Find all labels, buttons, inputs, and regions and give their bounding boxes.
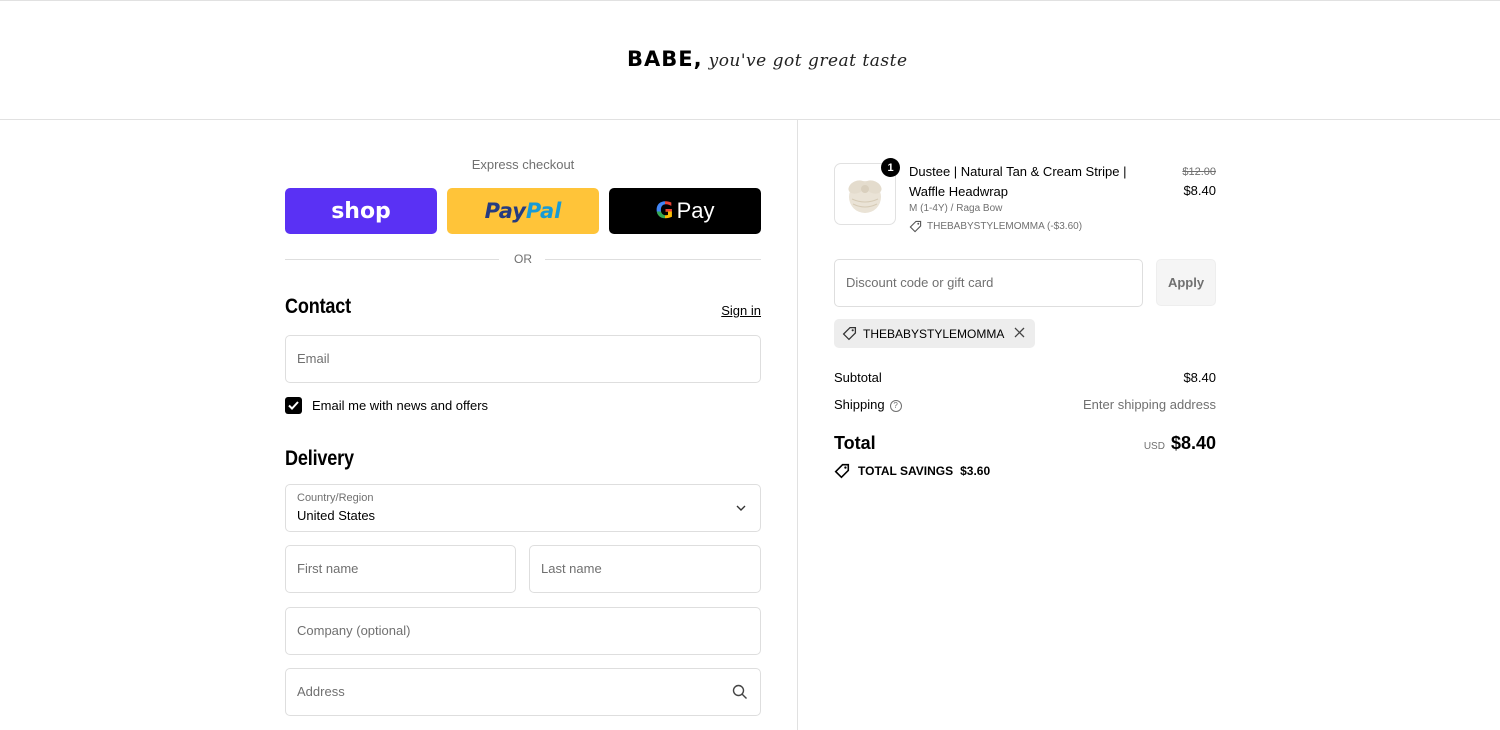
product-variant: M (1-4Y) / Raga Bow bbox=[909, 203, 1003, 214]
column-divider bbox=[797, 120, 798, 730]
product-title: Dustee | Natural Tan & Cream Stripe | Wa… bbox=[909, 164, 1127, 199]
newsletter-option[interactable]: Email me with news and offers bbox=[285, 397, 488, 414]
search-icon bbox=[732, 684, 747, 699]
shop-pay-button[interactable]: shop bbox=[285, 188, 437, 234]
total-value: $8.40 bbox=[1170, 433, 1216, 453]
currency-code: USD bbox=[1143, 441, 1165, 452]
or-line-right bbox=[545, 259, 761, 260]
google-g-icon: G bbox=[655, 198, 674, 224]
savings-label: TOTAL SAVINGS bbox=[858, 464, 954, 478]
product-discount: THEBABYSTYLEMOMMA (-$3.60) bbox=[909, 220, 1082, 233]
company-placeholder: Company (optional) bbox=[297, 623, 411, 638]
paypal-label-b: Pal bbox=[525, 199, 562, 223]
country-value: United States bbox=[297, 508, 376, 523]
country-label: Country/Region bbox=[297, 492, 374, 504]
applied-code-text: THEBABYSTYLEMOMMA bbox=[863, 326, 1005, 341]
or-divider: OR bbox=[285, 251, 761, 267]
country-select[interactable]: Country/Region United States bbox=[285, 484, 761, 532]
shipping-label-wrap: Shipping? bbox=[834, 397, 902, 412]
last-name-placeholder: Last name bbox=[541, 561, 602, 576]
store-logo[interactable]: BABE, you've got great taste bbox=[627, 47, 908, 83]
chevron-down-icon bbox=[736, 500, 746, 514]
first-name-placeholder: First name bbox=[297, 561, 359, 576]
headwrap-image bbox=[848, 180, 882, 213]
address-field[interactable]: Address bbox=[285, 668, 761, 716]
express-checkout-label: Express checkout bbox=[471, 157, 575, 172]
discount-code-field[interactable]: Discount code or gift card bbox=[834, 259, 1143, 307]
address-placeholder: Address bbox=[297, 684, 345, 699]
item-price: $8.40 bbox=[1183, 183, 1216, 198]
newsletter-label: Email me with news and offers bbox=[312, 398, 489, 413]
first-name-field[interactable]: First name bbox=[285, 545, 516, 593]
quantity-badge: 1 bbox=[881, 158, 900, 177]
delivery-title: Delivery bbox=[285, 447, 354, 470]
total-label: Total bbox=[834, 433, 876, 453]
subtotal-label: Subtotal bbox=[834, 370, 882, 385]
sign-in-link[interactable]: Sign in bbox=[721, 303, 761, 318]
logo-main-text: BABE, bbox=[627, 47, 703, 71]
last-name-field[interactable]: Last name bbox=[529, 545, 761, 593]
discount-placeholder: Discount code or gift card bbox=[846, 275, 994, 290]
applied-discount-chip: THEBABYSTYLEMOMMA bbox=[834, 319, 1036, 348]
email-field[interactable]: Email bbox=[285, 335, 761, 383]
site-header: BABE, you've got great taste bbox=[0, 0, 1500, 120]
tag-icon bbox=[842, 326, 857, 341]
original-price: $12.00 bbox=[1182, 166, 1216, 178]
savings-value: $3.60 bbox=[960, 464, 991, 478]
subtotal-value: $8.40 bbox=[1183, 370, 1216, 385]
remove-discount-icon[interactable] bbox=[1014, 325, 1025, 343]
contact-title: Contact bbox=[285, 295, 352, 318]
paypal-label-a: Pay bbox=[484, 199, 526, 223]
shipping-label: Shipping bbox=[834, 397, 885, 412]
apply-button[interactable]: Apply bbox=[1156, 259, 1216, 306]
total-savings: TOTAL SAVINGS $3.60 bbox=[834, 463, 990, 479]
email-placeholder: Email bbox=[297, 351, 330, 366]
shipping-value: Enter shipping address bbox=[1083, 397, 1216, 412]
company-field[interactable]: Company (optional) bbox=[285, 607, 761, 655]
logo-script-text: you've got great taste bbox=[708, 51, 908, 71]
total-value-wrap: USD $8.40 bbox=[1144, 433, 1216, 454]
help-icon[interactable]: ? bbox=[889, 399, 902, 412]
shop-pay-label: shop bbox=[331, 198, 391, 224]
paypal-button[interactable]: Pay Pal bbox=[447, 188, 599, 234]
google-pay-button[interactable]: G Pay bbox=[609, 188, 761, 234]
product-discount-text: THEBABYSTYLEMOMMA (-$3.60) bbox=[927, 221, 1083, 232]
tag-icon bbox=[834, 463, 850, 479]
newsletter-checkbox[interactable] bbox=[285, 397, 302, 414]
tag-icon bbox=[909, 220, 922, 233]
checkmark-icon bbox=[288, 401, 299, 410]
google-pay-label: Pay bbox=[676, 198, 715, 223]
